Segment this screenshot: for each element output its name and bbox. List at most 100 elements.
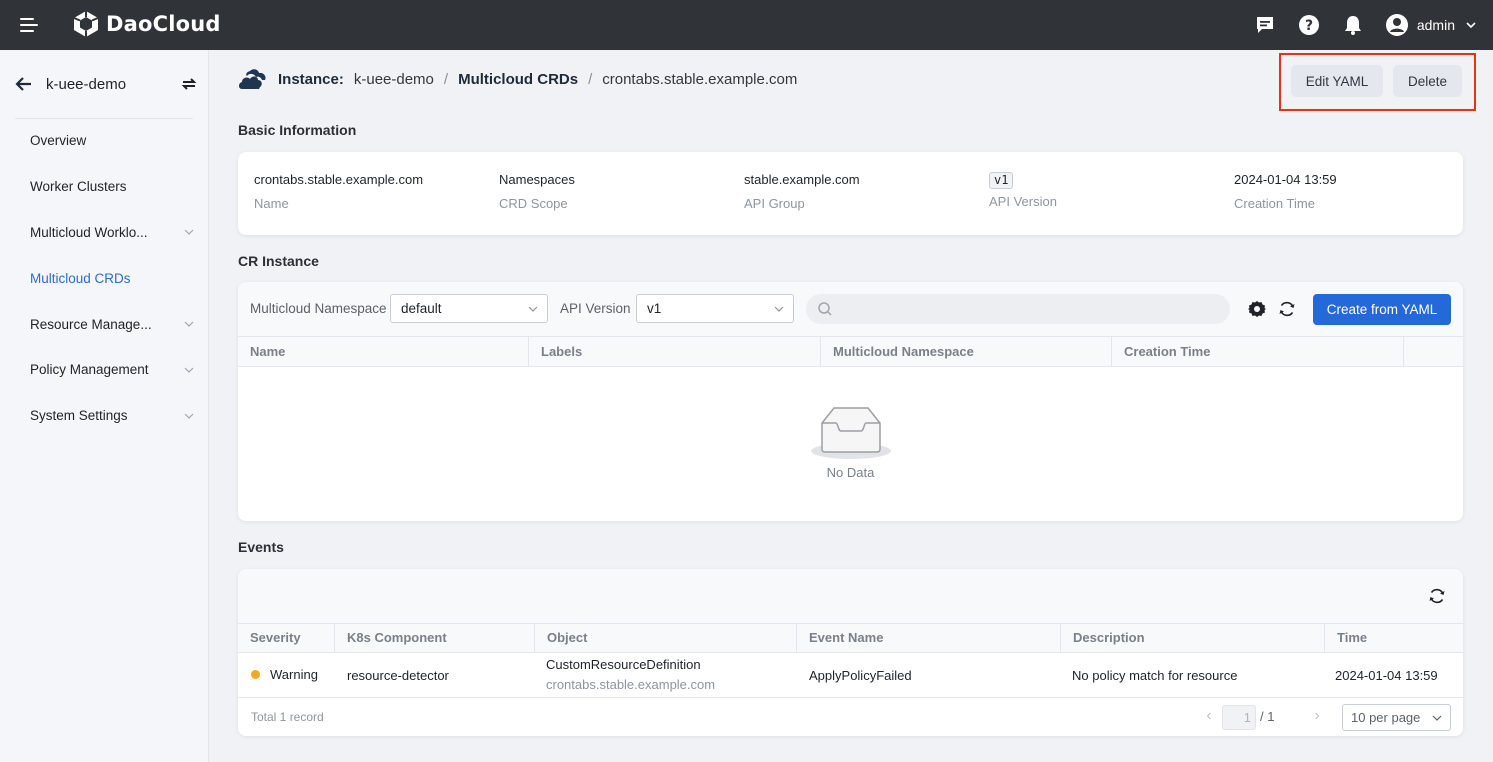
sidebar-item-label: Resource Manage... (30, 316, 152, 332)
object-cell: CustomResourceDefinition crontabs.stable… (546, 657, 715, 692)
events-table-header: Severity K8s Component Object Event Name… (238, 623, 1463, 653)
breadcrumb: Instance: k-uee-demo / Multicloud CRDs /… (238, 66, 797, 92)
sidebar-item-multicloud-crds[interactable]: Multicloud CRDs (0, 255, 209, 301)
column-header-object[interactable]: Object (535, 624, 797, 652)
namespace-select-value: default (401, 301, 442, 316)
severity-cell: Warning (251, 667, 318, 682)
sidebar-item-policy-management[interactable]: Policy Management (0, 347, 209, 393)
info-crd-scope: Namespaces CRD Scope (499, 172, 575, 211)
brand-name: DaoCloud (106, 12, 221, 36)
refresh-icon[interactable] (1277, 299, 1297, 319)
message-icon[interactable] (1253, 13, 1277, 37)
chevron-down-icon (1432, 715, 1442, 721)
delete-button[interactable]: Delete (1393, 65, 1462, 97)
column-header-creation-time[interactable]: Creation Time (1112, 337, 1404, 366)
sidebar-item-resource-management[interactable]: Resource Manage... (0, 301, 209, 347)
back-arrow-icon[interactable] (14, 74, 34, 94)
api-version-select[interactable]: v1 (636, 294, 794, 323)
sidebar-item-system-settings[interactable]: System Settings (0, 393, 209, 439)
info-value: stable.example.com (744, 172, 860, 187)
info-value: crontabs.stable.example.com (254, 172, 424, 187)
breadcrumb-section-link[interactable]: Multicloud CRDs (458, 71, 578, 88)
sidebar-item-label: System Settings (30, 408, 128, 424)
sidebar-item-worker-clusters[interactable]: Worker Clusters (0, 164, 209, 210)
column-header-multicloud-namespace[interactable]: Multicloud Namespace (821, 337, 1112, 366)
refresh-icon[interactable] (1427, 586, 1447, 606)
object-name: crontabs.stable.example.com (546, 677, 716, 692)
cr-instance-card: Multicloud Namespace default API Version… (238, 282, 1463, 521)
next-page-button[interactable]: › (1310, 708, 1324, 724)
chevron-down-icon (1466, 22, 1476, 29)
help-icon[interactable]: ? (1297, 13, 1321, 37)
sidebar-item-multicloud-workloads[interactable]: Multicloud Worklo... (0, 210, 209, 256)
logo[interactable]: DaoCloud (72, 10, 221, 38)
info-label: CRD Scope (499, 196, 568, 211)
breadcrumb-instance-link[interactable]: k-uee-demo (354, 71, 434, 88)
api-version-tag: v1 (989, 172, 1014, 189)
description-cell: No policy match for resource (1072, 668, 1238, 683)
svg-text:?: ? (1305, 18, 1313, 34)
search-input[interactable] (806, 294, 1230, 324)
breadcrumb-separator: / (443, 70, 449, 88)
edit-yaml-button[interactable]: Edit YAML (1291, 65, 1383, 97)
event-name-cell: ApplyPolicyFailed (809, 668, 912, 683)
namespace-filter-label: Multicloud Namespace (250, 301, 387, 316)
namespace-select[interactable]: default (390, 294, 548, 323)
info-value: Namespaces (499, 172, 575, 187)
object-kind: CustomResourceDefinition (546, 657, 701, 672)
sidebar-item-label: Multicloud CRDs (30, 270, 131, 286)
filter-toolbar: Multicloud Namespace default API Version… (238, 282, 1463, 336)
info-name: crontabs.stable.example.com Name (254, 172, 423, 211)
create-from-yaml-button[interactable]: Create from YAML (1313, 294, 1451, 325)
search-icon (818, 302, 832, 316)
username: admin (1416, 17, 1455, 33)
api-version-filter-label: API Version (560, 301, 631, 316)
chevron-down-icon (184, 413, 194, 419)
sidebar-item-label: Worker Clusters (30, 179, 127, 195)
events-title: Events (238, 539, 284, 555)
cr-table-empty-state: No Data (238, 367, 1463, 521)
column-header-k8s-component[interactable]: K8s Component (335, 624, 535, 652)
action-highlight-box: Edit YAML Delete (1279, 53, 1476, 111)
column-header-event-name[interactable]: Event Name (797, 624, 1061, 652)
cloud-icon (239, 69, 266, 89)
menu-icon[interactable] (20, 17, 38, 33)
page-size-value: 10 per page (1351, 710, 1421, 725)
chevron-down-icon (184, 367, 194, 373)
page-number-input[interactable]: 1 (1222, 705, 1256, 730)
sidebar-item-label: Multicloud Worklo... (30, 224, 148, 240)
sidebar-item-label: Overview (30, 133, 87, 149)
info-api-version: v1 API Version (989, 172, 1057, 209)
bell-icon[interactable] (1341, 13, 1365, 37)
chevron-down-icon (184, 230, 194, 236)
total-records: Total 1 record (251, 710, 324, 724)
info-value: 2024-01-04 13:59 (1234, 172, 1337, 187)
component-cell: resource-detector (347, 668, 449, 683)
chevron-down-icon (774, 306, 784, 312)
severity-text: Warning (270, 667, 318, 682)
column-header-labels[interactable]: Labels (529, 337, 821, 366)
events-card: Severity K8s Component Object Event Name… (238, 569, 1463, 736)
gear-icon[interactable] (1247, 299, 1267, 319)
chevron-down-icon (184, 321, 194, 327)
instance-name: k-uee-demo (46, 75, 127, 93)
cr-instance-title: CR Instance (238, 253, 319, 269)
user-menu[interactable]: admin (1385, 13, 1477, 37)
sidebar-item-overview[interactable]: Overview (0, 118, 209, 164)
time-cell: 2024-01-04 13:59 (1335, 668, 1438, 683)
previous-page-button[interactable]: ‹ (1202, 708, 1216, 724)
top-navigation-bar: DaoCloud ? admin (0, 0, 1493, 50)
column-header-description[interactable]: Description (1061, 624, 1325, 652)
switch-instance-icon[interactable] (180, 75, 198, 93)
column-header-severity[interactable]: Severity (238, 624, 335, 652)
main-content: Instance: k-uee-demo / Multicloud CRDs /… (209, 50, 1493, 762)
column-header-time[interactable]: Time (1325, 624, 1463, 652)
empty-text: No Data (826, 465, 875, 480)
api-version-select-value: v1 (647, 301, 662, 316)
column-header-name[interactable]: Name (238, 337, 529, 366)
page-size-select[interactable]: 10 per page (1342, 704, 1451, 731)
empty-inbox-icon (811, 407, 891, 459)
info-creation-time: 2024-01-04 13:59 Creation Time (1234, 172, 1337, 211)
chevron-down-icon (528, 306, 538, 312)
breadcrumb-separator: / (588, 70, 593, 88)
